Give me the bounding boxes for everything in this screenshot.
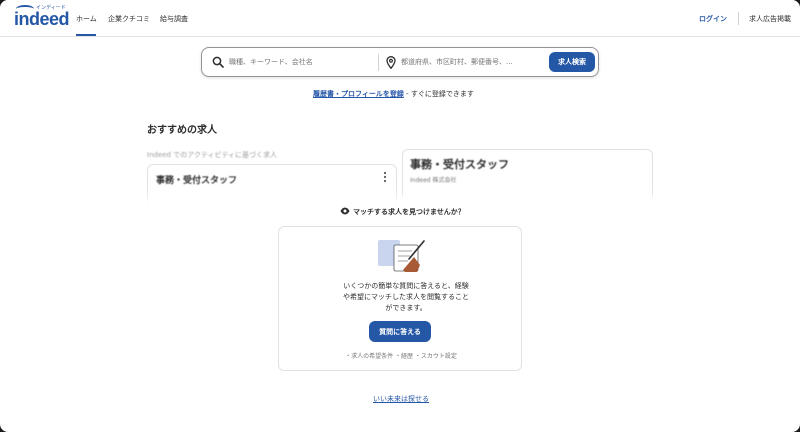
search-bar: 求人検索 (201, 47, 599, 77)
questionnaire-description: いくつかの簡単な質問に答えると、経験や希望にマッチした求人を閲覧することができま… (343, 282, 469, 312)
login-link[interactable]: ログイン (699, 14, 727, 24)
recommended-jobs-title: おすすめの求人 (147, 125, 217, 136)
questionnaire-topics: ・求人の希望条件 ・経歴 ・スカウト設定 (345, 353, 457, 360)
header-divider (738, 12, 739, 25)
more-options-icon[interactable] (382, 171, 388, 183)
top-header: インディード indeed ホーム 企業クチコミ 給与調査 ログイン 求人広告掲… (0, 0, 800, 37)
questionnaire-illustration-icon (378, 240, 425, 272)
keyword-input[interactable] (229, 55, 369, 69)
location-input[interactable] (401, 55, 541, 69)
job-company: Indeed 株式会社 (410, 177, 457, 184)
footer-tagline-link[interactable]: いい未来は探せる (373, 394, 429, 404)
location-pin-icon (386, 56, 396, 69)
register-resume-link[interactable]: 履歴書・プロフィールを登録 (313, 90, 404, 98)
nav-active-indicator (76, 34, 96, 36)
nav-home[interactable]: ホーム (76, 14, 97, 24)
activity-based-label: Indeed でのアクティビティに基づく求人 (147, 151, 278, 159)
nav-salary-search[interactable]: 給与調査 (160, 14, 188, 24)
search-icon (212, 56, 224, 68)
indeed-logo[interactable]: インディード indeed (14, 5, 70, 29)
logo-text: indeed (14, 9, 70, 29)
job-title: 事務・受付スタッフ (410, 158, 509, 171)
job-search-button[interactable]: 求人検索 (549, 52, 595, 72)
browser-window: インディード indeed ホーム 企業クチコミ 給与調査 ログイン 求人広告掲… (0, 0, 800, 432)
questionnaire-card: いくつかの簡単な質問に答えると、経験や希望にマッチした求人を閲覧することができま… (278, 226, 522, 371)
resume-prompt: 履歴書・プロフィールを登録 - すぐに登録できます (313, 89, 474, 99)
employer-link[interactable]: 求人広告掲載 (749, 14, 791, 24)
resume-suffix: - すぐに登録できます (403, 90, 474, 98)
eye-icon (340, 207, 350, 215)
search-divider (378, 54, 379, 71)
nav-company-reviews[interactable]: 企業クチコミ (108, 14, 150, 24)
fade-overlay (140, 190, 660, 204)
match-prompt-heading: マッチする求人を見つけませんか？ (353, 208, 465, 216)
job-title: 事務・受付スタッフ (156, 176, 238, 186)
answer-questions-button[interactable]: 質問に答える (369, 321, 431, 342)
